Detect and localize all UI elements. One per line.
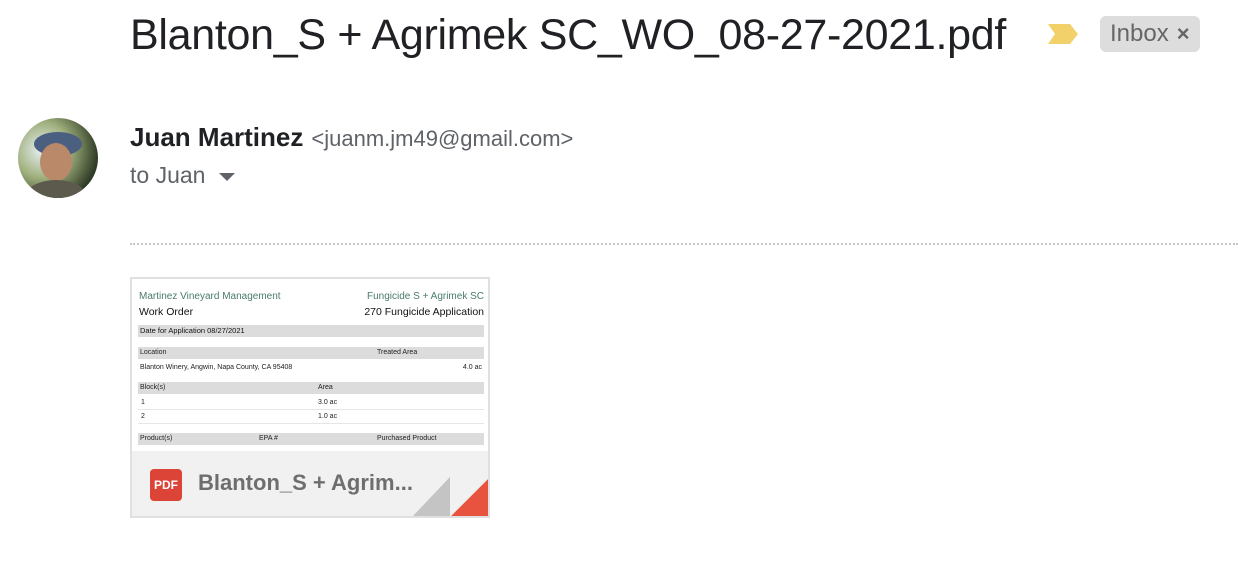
preview-treated-area-header: Treated Area bbox=[377, 349, 418, 356]
inbox-label-text: Inbox bbox=[1110, 20, 1169, 47]
preview-location-bar bbox=[138, 347, 484, 359]
preview-block-row: 1 bbox=[141, 399, 145, 406]
email-subject: Blanton_S + Agrimek SC_WO_08-27-2021.pdf bbox=[130, 10, 1006, 60]
attachment-preview: Martinez Vineyard Management Fungicide S… bbox=[137, 291, 484, 453]
sender-line: Juan Martinez <juanm.jm49@gmail.com> bbox=[130, 122, 573, 153]
attachment-card[interactable]: Martinez Vineyard Management Fungicide S… bbox=[130, 277, 490, 518]
preview-epa-header: EPA # bbox=[259, 435, 278, 442]
preview-row-divider bbox=[138, 423, 484, 424]
message-divider bbox=[130, 243, 1238, 245]
importance-marker-icon[interactable] bbox=[1046, 22, 1080, 46]
preview-block-area: 3.0 ac bbox=[318, 399, 338, 406]
preview-row-divider bbox=[138, 409, 484, 410]
sender-avatar[interactable] bbox=[18, 118, 98, 198]
preview-block-row: 2 bbox=[141, 413, 145, 420]
preview-purchased-header: Purchased Product bbox=[377, 435, 437, 442]
page-curl-icon bbox=[412, 477, 488, 516]
chevron-down-icon[interactable] bbox=[219, 172, 236, 181]
preview-blocks-bar bbox=[138, 382, 484, 394]
remove-label-icon[interactable]: × bbox=[1177, 23, 1190, 45]
preview-treated-area: 4.0 ac bbox=[462, 364, 482, 371]
preview-blocks-header: Block(s) bbox=[140, 384, 166, 391]
recipients-text: to Juan bbox=[130, 162, 206, 188]
sender-email: <juanm.jm49@gmail.com> bbox=[311, 126, 574, 151]
pdf-file-icon: PDF bbox=[150, 469, 182, 501]
preview-product: Fungicide S + Agrimek SC bbox=[367, 291, 484, 302]
preview-application: 270 Fungicide Application bbox=[364, 306, 484, 318]
sender-name[interactable]: Juan Martinez bbox=[130, 122, 303, 153]
recipients-details-toggle[interactable]: to Juan bbox=[130, 162, 236, 189]
inbox-label-chip: Inbox × bbox=[1100, 16, 1200, 52]
preview-block-area: 1.0 ac bbox=[318, 413, 338, 420]
preview-location-header: Location bbox=[140, 349, 167, 356]
avatar-photo-icon bbox=[18, 118, 98, 198]
preview-location: Blanton Winery, Angwin, Napa County, CA … bbox=[140, 364, 293, 371]
subject-text: Blanton_S + Agrimek SC_WO_08-27-2021.pdf bbox=[130, 10, 1006, 59]
preview-company: Martinez Vineyard Management bbox=[139, 291, 281, 302]
preview-area-header: Area bbox=[318, 384, 333, 391]
preview-products-header: Product(s) bbox=[140, 435, 173, 442]
preview-doc-type: Work Order bbox=[139, 306, 194, 318]
attachment-name: Blanton_S + Agrim... bbox=[198, 470, 413, 495]
preview-date-bar: Date for Application 08/27/2021 bbox=[138, 325, 484, 337]
pdf-badge-label: PDF bbox=[154, 478, 178, 492]
